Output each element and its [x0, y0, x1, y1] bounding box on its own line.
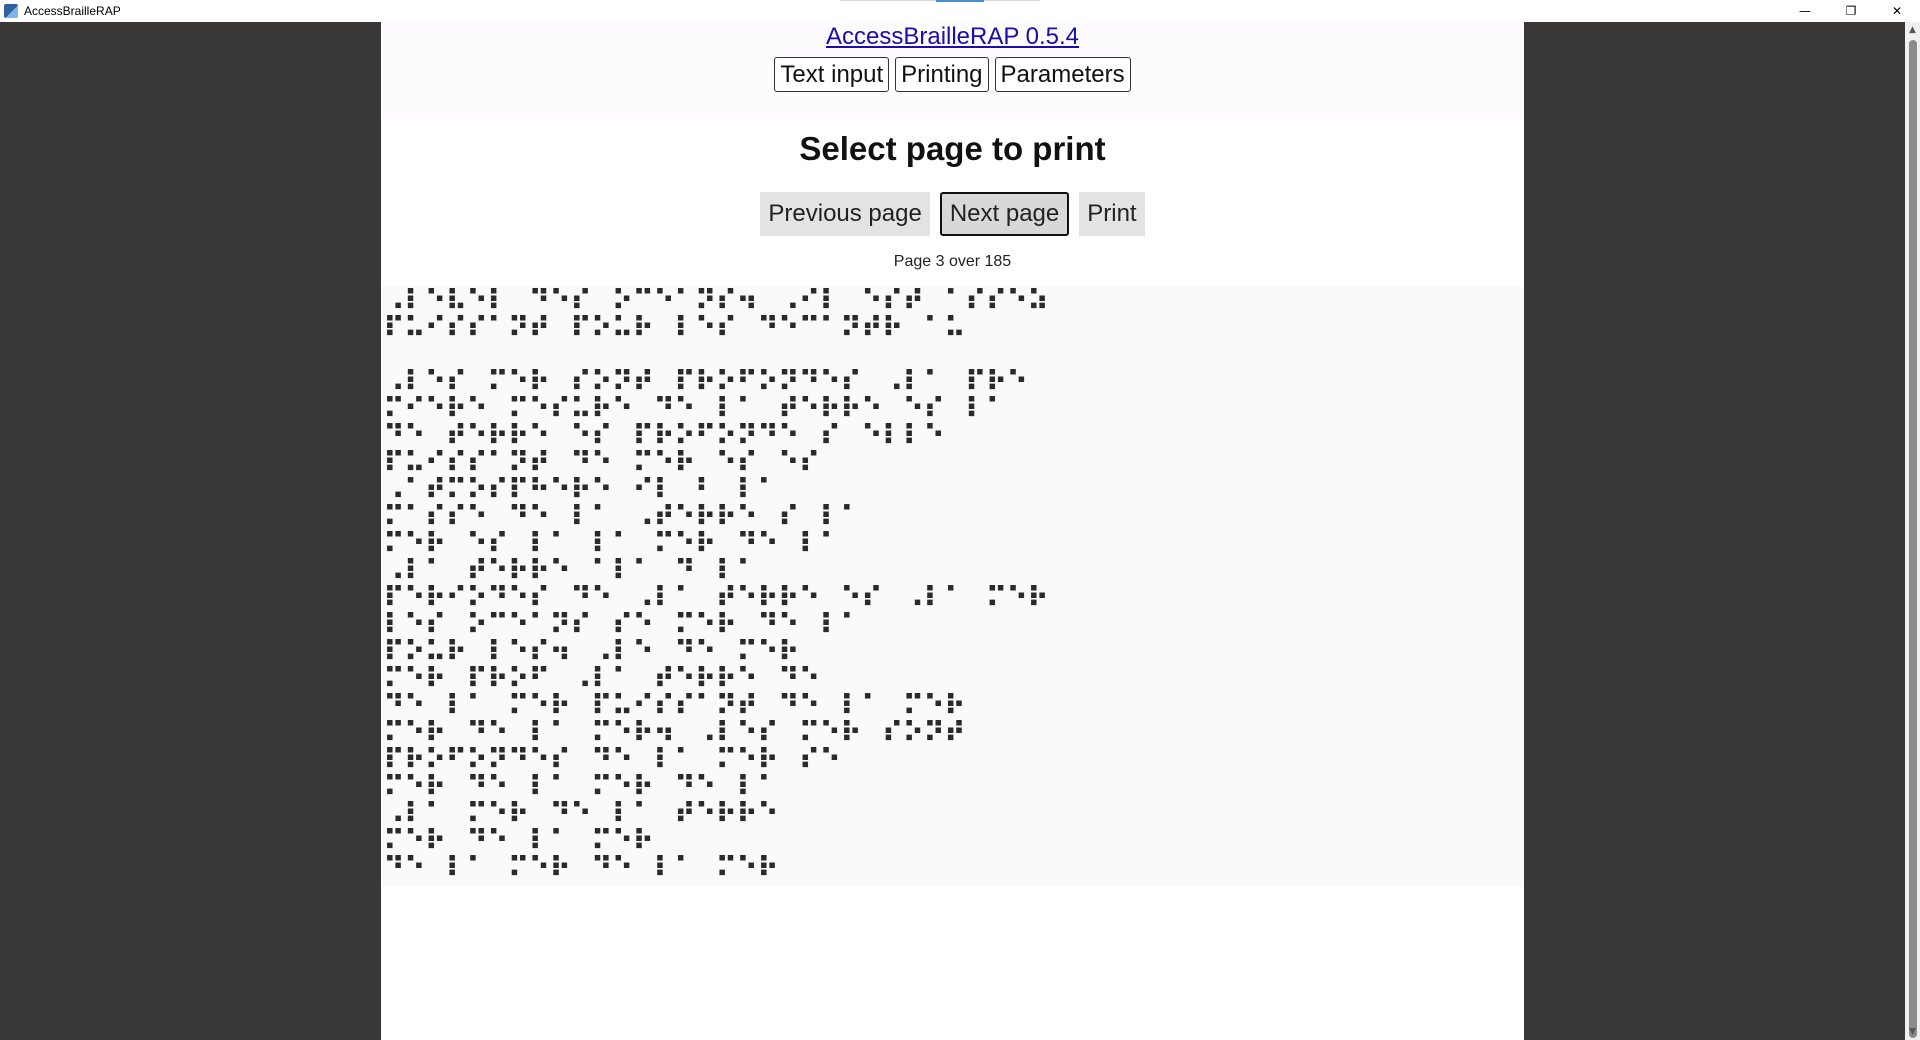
page-status: Page 3 over 185 — [893, 253, 1012, 270]
braille-line: ⠏⠥⠊⠎⠎⠁⠝⠞⠀⠙⠑⠀⠍⠑⠗⠀⠑⠎⠀⠑⠎ — [383, 446, 820, 479]
restore-button[interactable]: ❐ — [1828, 0, 1874, 22]
nav-text-input-button[interactable]: Text input — [774, 57, 890, 92]
page-title: Select page to print — [799, 130, 1106, 167]
top-accent-bar — [936, 0, 984, 2]
braille-line: ⠍⠑⠗⠀⠑⠎⠀⠇⠁⠀⠇⠁⠀⠍⠑⠗⠀⠙⠑⠀⠇⠁ — [383, 527, 841, 560]
braille-line: ⠏⠑⠗⠊⠕⠙⠑⠎⠀⠙⠑⠀⠠⠇⠁⠀⠞⠑⠗⠗⠑⠀⠑⠎⠀⠠⠇⠁⠀⠍⠑⠗ — [383, 581, 1049, 614]
braille-line: ⠏⠕⠥⠗⠀⠇⠑⠎⠲⠀⠠⠇⠑⠀⠙⠑⠀⠍⠑⠗ — [383, 635, 800, 668]
braille-line: ⠠⠁⠞⠍⠕⠎⠏⠓⠑⠗⠑⠀⠊⠇⠀⠃⠀⠇⠁ — [383, 473, 779, 506]
braille-line: ⠠⠇⠑⠎⠀⠍⠑⠗⠀⠎⠕⠝⠞⠀⠏⠗⠕⠋⠕⠝⠙⠑⠎⠀⠠⠇⠁⠀⠏⠗⠑ — [383, 365, 1028, 398]
window-titlebar: AccessBrailleRAP — ❐ ✕ — [0, 0, 1920, 22]
braille-line: ⠏⠥⠊⠎⠎⠁⠝⠞⠀⠏⠕⠥⠗⠀⠇⠑⠎⠀⠙⠑⠉⠁⠝⠞⠗⠀⠁⠥ — [383, 311, 966, 344]
close-button[interactable]: ✕ — [1874, 0, 1920, 22]
app-title-container: AccessBrailleRAP 0.5.4 — [381, 22, 1524, 51]
braille-line: ⠍⠑⠗⠀⠏⠗⠕⠋⠀⠠⠇⠁⠀⠞⠑⠗⠗⠑⠀⠙⠑ — [383, 662, 820, 695]
braille-line: ⠙⠑⠀⠇⠁⠀⠍⠑⠗⠀⠙⠑⠀⠇⠁⠀⠍⠑⠗ — [383, 851, 779, 884]
print-button[interactable]: Print — [1079, 192, 1145, 236]
app-icon — [4, 4, 18, 18]
braille-line: ⠍⠁⠎⠎⠑⠀⠙⠑⠀⠇⠁⠀⠠⠞⠑⠗⠗⠑⠀⠎⠀⠇⠁ — [383, 500, 862, 533]
braille-line: ⠍⠊⠑⠗⠑⠀⠍⠑⠎⠥⠗⠑⠀⠙⠑⠀⠇⠁⠀⠞⠑⠗⠗⠑⠀⠑⠎⠀⠇⠁ — [383, 392, 1007, 425]
window-controls: — ❐ ✕ — [1782, 0, 1920, 22]
main-content: AccessBrailleRAP 0.5.4 Text input Printi… — [381, 22, 1524, 1040]
window-title: AccessBrailleRAP — [24, 4, 121, 18]
braille-line: ⠍⠑⠗⠀⠙⠑⠀⠇⠁⠀⠍⠑⠗⠲⠀⠠⠇⠑⠎⠀⠍⠑⠗⠀⠎⠕⠝⠞ — [383, 716, 966, 749]
braille-line: ⠠⠇⠑⠧⠑⠇⠀⠙⠑⠎⠀⠕⠉⠑⠁⠝⠎⠲⠀⠠⠊⠇⠀⠑⠎⠞⠀⠁⠎⠎⠑⠵ — [383, 284, 1049, 317]
braille-line: ⠍⠑⠗⠀⠙⠑⠀⠇⠁⠀⠍⠑⠗⠀⠙⠑⠀⠇⠁ — [383, 770, 779, 803]
braille-line: ⠇⠑⠎⠀⠕⠉⠑⠁⠝⠎⠀⠎⠑⠀⠍⠑⠗⠀⠙⠑⠀⠇⠁ — [383, 608, 862, 641]
scroll-up-arrow-icon[interactable]: ▲ — [1905, 22, 1920, 38]
braille-line: ⠍⠑⠗⠀⠙⠑⠀⠇⠁⠀⠍⠑⠗ — [383, 824, 654, 857]
scroll-thumb[interactable] — [1909, 40, 1917, 1038]
braille-line: ⠙⠑⠀⠞⠑⠗⠗⠑⠀⠑⠎⠀⠏⠗⠕⠋⠕⠝⠙⠑⠀⠎⠀⠑⠇⠇⠑ — [383, 419, 945, 452]
braille-line: ⠙⠑⠀⠇⠁⠀⠍⠑⠗⠀⠏⠥⠊⠎⠎⠁⠝⠞⠀⠙⠑⠀⠇⠁⠀⠍⠑⠗ — [383, 689, 966, 722]
braille-line: ⠠⠇⠁⠀⠍⠑⠗⠀⠙⠑⠀⠇⠁⠀⠞⠑⠗⠗⠑ — [383, 797, 779, 830]
vertical-scrollbar[interactable]: ▲ ▼ — [1905, 22, 1920, 1040]
minimize-button[interactable]: — — [1782, 0, 1828, 22]
nav-parameters-button[interactable]: Parameters — [994, 57, 1131, 92]
braille-preview: ⠠⠇⠑⠧⠑⠇⠀⠙⠑⠎⠀⠕⠉⠑⠁⠝⠎⠲⠀⠠⠊⠇⠀⠑⠎⠞⠀⠁⠎⠎⠑⠵ ⠏⠥⠊⠎⠎⠁⠝… — [381, 287, 1524, 887]
app-title-link[interactable]: AccessBrailleRAP 0.5.4 — [826, 23, 1079, 51]
previous-page-button[interactable]: Previous page — [760, 192, 930, 236]
braille-line: ⠏⠗⠕⠋⠕⠝⠙⠑⠎⠀⠙⠑⠀⠇⠁⠀⠍⠑⠗⠀⠎⠑ — [383, 743, 841, 776]
nav-bar: Text input Printing Parameters — [381, 57, 1524, 92]
braille-line: ⠠⠇⠁⠀⠞⠑⠗⠗⠑⠀⠁⠇⠁⠀⠙⠀⠇⠁ — [383, 554, 758, 587]
nav-printing-button[interactable]: Printing — [895, 57, 989, 92]
next-page-button[interactable]: Next page — [939, 192, 1070, 236]
pager-controls: Previous page Next page Print — [381, 192, 1524, 236]
scroll-down-arrow-icon[interactable]: ▼ — [1905, 1024, 1920, 1040]
